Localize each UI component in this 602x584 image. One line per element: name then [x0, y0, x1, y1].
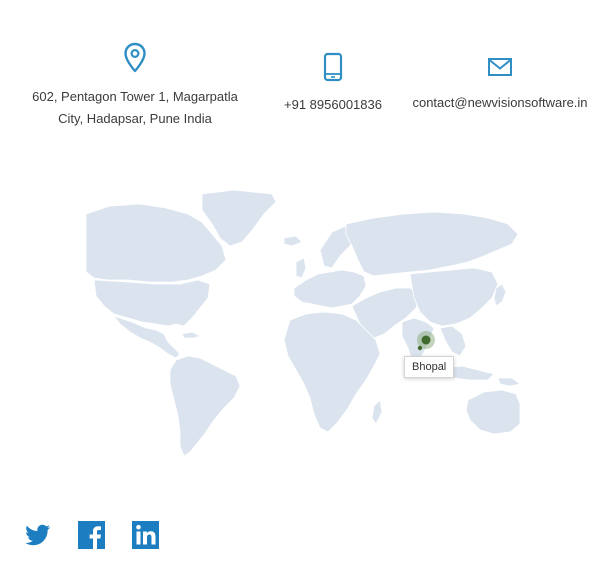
- map-region-north-america-north: [85, 203, 227, 283]
- twitter-link[interactable]: [22, 520, 52, 550]
- linkedin-link[interactable]: [132, 520, 160, 550]
- map-region-africa: [283, 311, 381, 433]
- map-tooltip: Bhopal: [404, 356, 455, 378]
- envelope-icon: [488, 58, 512, 76]
- linkedin-icon: [132, 521, 159, 549]
- world-map-svg: [85, 189, 520, 457]
- map-region-europe: [293, 269, 367, 309]
- contact-section: 602, Pentagon Tower 1, Magarpatla City, …: [0, 0, 602, 584]
- map-region-madagascar: [371, 399, 383, 425]
- map-marker-secondary: [417, 345, 423, 351]
- map-region-russia: [345, 211, 519, 277]
- map-region-new-guinea: [497, 377, 520, 387]
- map-region-usa: [93, 279, 211, 327]
- map-region-south-america: [169, 355, 241, 457]
- map-region-australia: [465, 389, 520, 435]
- map-region-uk: [295, 257, 307, 279]
- mobile-phone-icon: [323, 52, 343, 82]
- world-map[interactable]: [84, 188, 520, 460]
- map-region-iceland: [283, 235, 303, 247]
- facebook-icon: [78, 521, 105, 549]
- address-block: 602, Pentagon Tower 1, Magarpatla City, …: [20, 42, 250, 130]
- map-region-east-asia: [409, 267, 499, 327]
- facebook-link[interactable]: [78, 520, 106, 550]
- map-region-southeast-asia: [439, 325, 467, 357]
- location-pin-icon: [124, 42, 146, 73]
- phone-block: +91 8956001836: [268, 52, 398, 116]
- twitter-icon: [25, 524, 51, 546]
- email-block: contact@newvisionsoftware.in: [405, 56, 595, 114]
- address-text: 602, Pentagon Tower 1, Magarpatla City, …: [32, 89, 238, 126]
- map-region-caribbean: [181, 331, 201, 339]
- email-link[interactable]: contact@newvisionsoftware.in: [412, 95, 587, 110]
- phone-link[interactable]: +91 8956001836: [284, 97, 382, 112]
- map-marker-bhopal: [421, 335, 431, 345]
